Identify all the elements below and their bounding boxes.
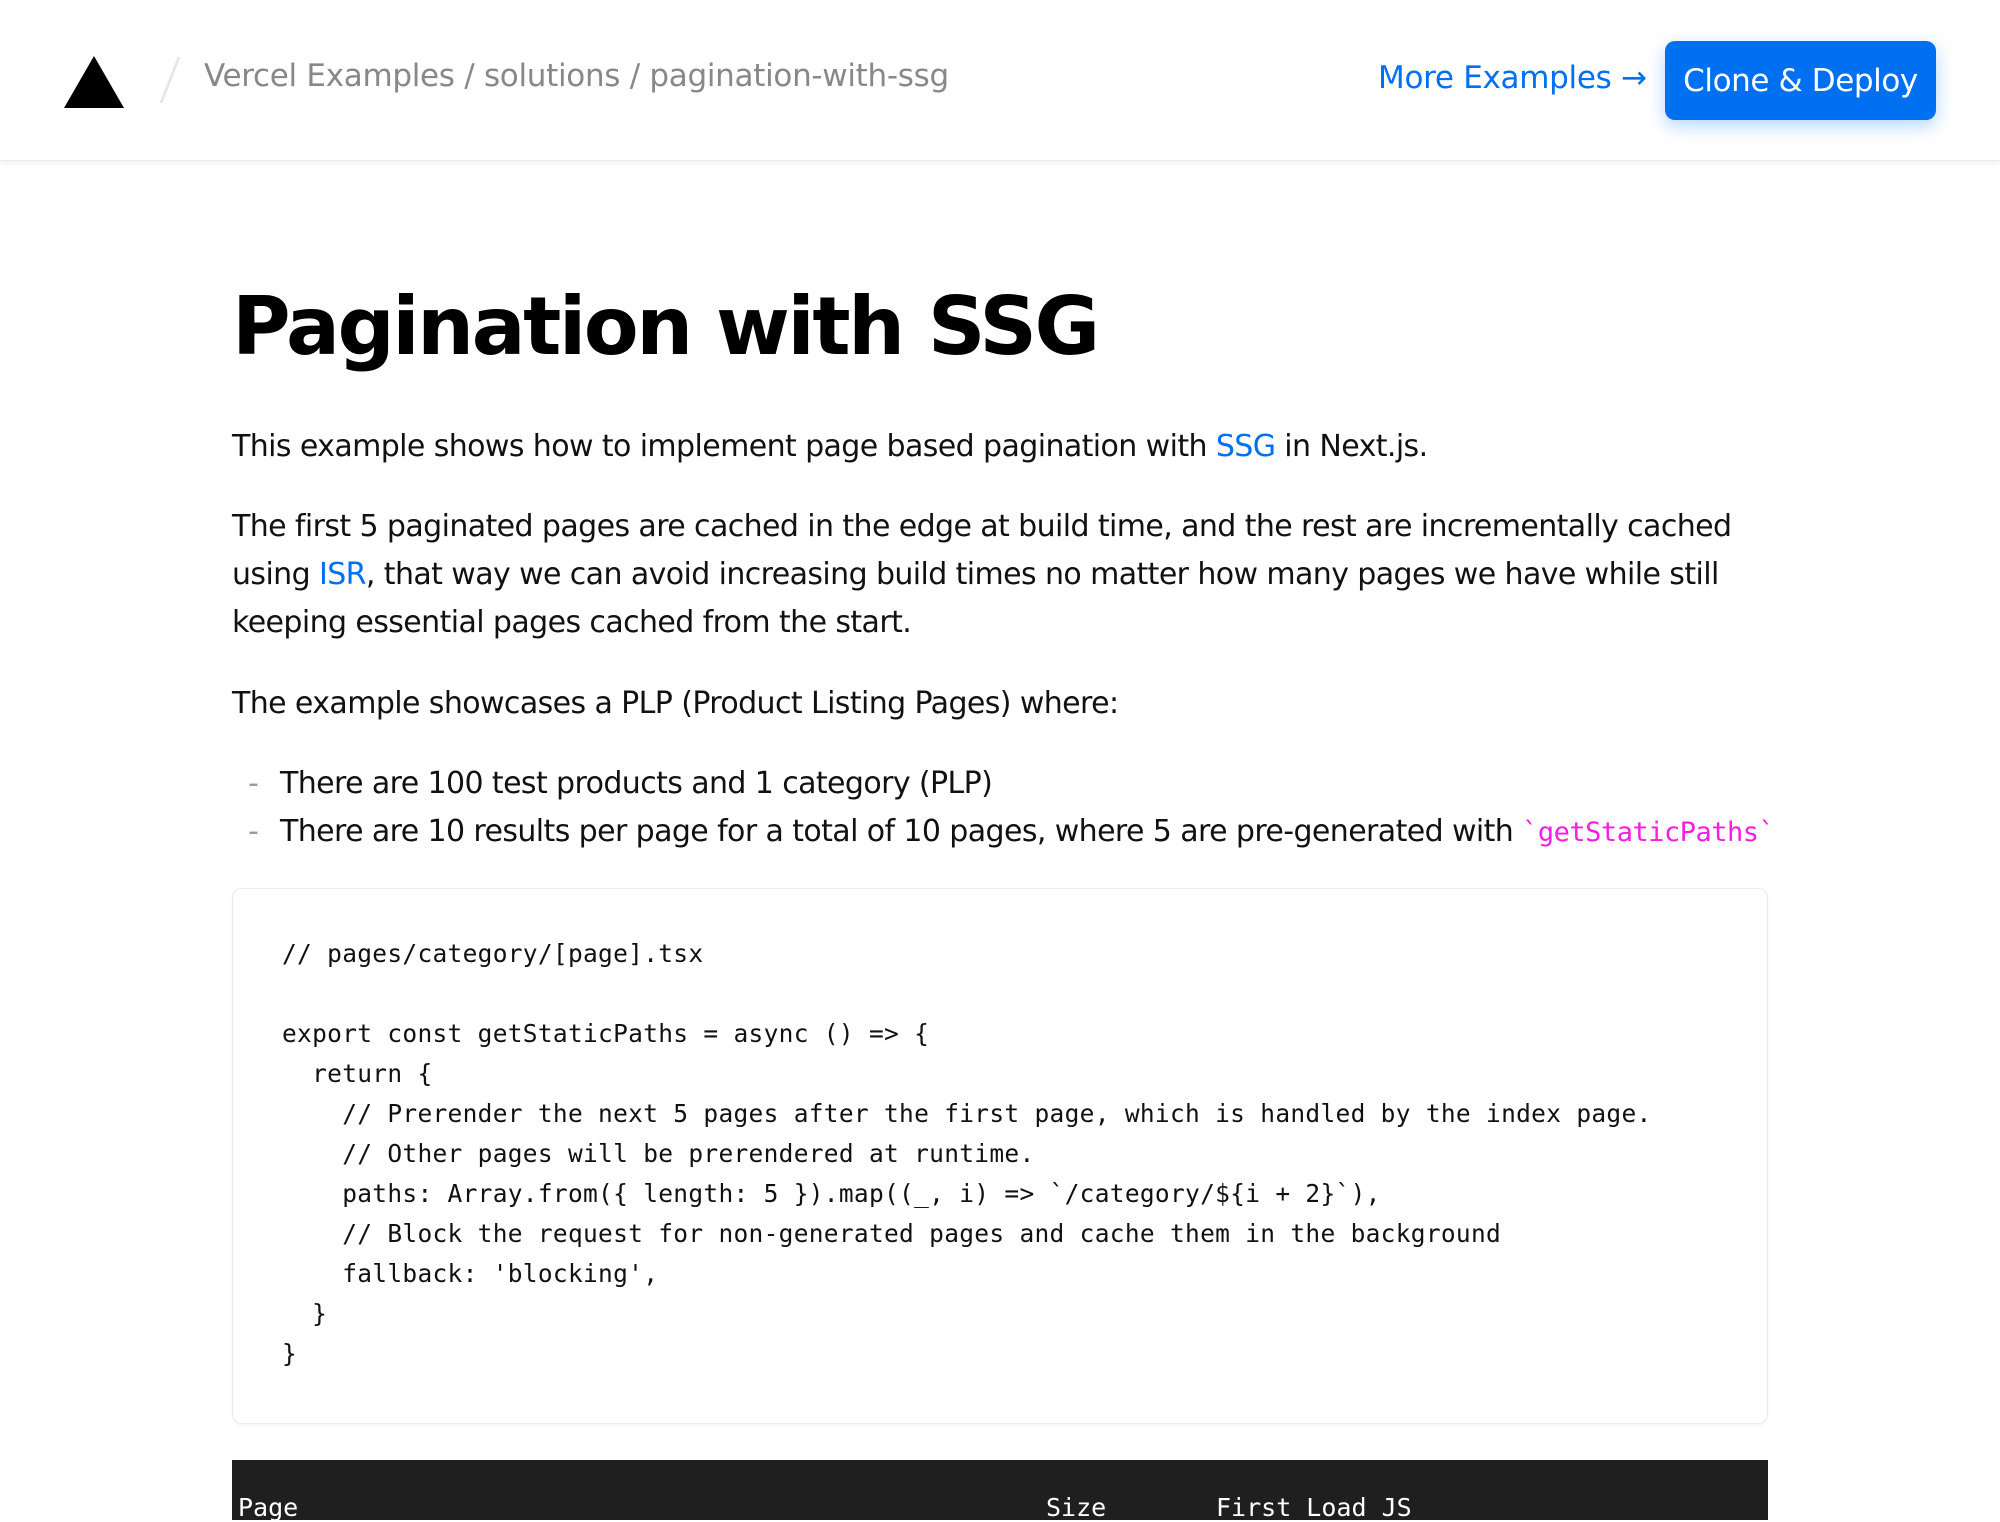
breadcrumb-separator: / — [620, 58, 650, 94]
breadcrumb-pagination-with-ssg[interactable]: pagination-with-ssg — [649, 58, 949, 94]
intro-paragraph: This example shows how to implement page… — [232, 423, 1772, 471]
intro-text-end: in Next.js. — [1275, 429, 1428, 464]
code-block: // pages/category/[page].tsx export cons… — [232, 888, 1768, 1424]
plp-paragraph: The example showcases a PLP (Product Lis… — [232, 686, 1119, 721]
caching-text-end: , that way we can avoid increasing build… — [232, 557, 1719, 640]
feature-list: - There are 100 test products and 1 categ… — [232, 760, 1775, 857]
list-item: - There are 10 results per page for a tot… — [232, 808, 1775, 857]
list-bullet: - — [248, 766, 259, 801]
column-page: Page — [238, 1493, 299, 1522]
inline-code-getstaticpaths: `getStaticPaths` — [1522, 817, 1775, 848]
code-snippet: // pages/category/[page].tsx export cons… — [282, 939, 1652, 1368]
breadcrumb: Vercel Examples / solutions / pagination… — [204, 58, 949, 94]
ssg-link[interactable]: SSG — [1216, 429, 1276, 464]
more-examples-link[interactable]: More Examples → — [1378, 60, 1647, 96]
list-item-text: There are 10 results per page for a tota… — [280, 814, 1523, 849]
list-bullet: - — [248, 814, 259, 849]
column-size: Size — [1046, 1493, 1107, 1522]
breadcrumb-vercel-examples[interactable]: Vercel Examples — [204, 58, 455, 94]
isr-link[interactable]: ISR — [319, 557, 367, 592]
breadcrumb-solutions[interactable]: solutions — [484, 58, 621, 94]
list-item: - There are 100 test products and 1 categ… — [232, 760, 1774, 808]
caching-paragraph: The first 5 paginated pages are cached i… — [232, 503, 1772, 647]
list-item-text: There are 100 test products and 1 catego… — [280, 766, 993, 801]
clone-deploy-button[interactable]: Clone & Deploy — [1665, 41, 1936, 120]
top-nav: Vercel Examples / solutions / pagination… — [0, 0, 2000, 161]
intro-text: This example shows how to implement page… — [232, 429, 1216, 464]
vercel-logo-icon[interactable] — [64, 56, 124, 108]
build-output-table-header: Page Size First Load JS — [232, 1460, 1768, 1522]
breadcrumb-separator: / — [454, 58, 484, 94]
page-title: Pagination with SSG — [232, 280, 1100, 373]
column-first-load-js: First Load JS — [1216, 1493, 1412, 1522]
separator-slash-icon — [159, 56, 181, 104]
